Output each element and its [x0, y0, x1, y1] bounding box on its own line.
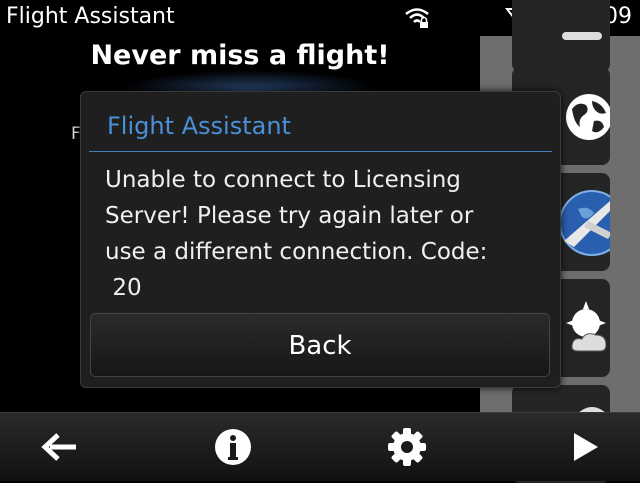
globe-icon [566, 94, 610, 140]
wifi-locked-icon [404, 6, 430, 34]
action-bar [0, 412, 640, 481]
dialog-divider [89, 151, 552, 152]
back-arrow-icon[interactable] [40, 427, 80, 467]
dialog-title: Flight Assistant [107, 112, 291, 140]
license-error-dialog: Flight Assistant Unable to connect to Li… [80, 91, 561, 388]
airplane-globe-icon [559, 190, 610, 256]
play-forward-icon[interactable] [566, 427, 606, 467]
weather-icon [566, 301, 607, 352]
dialog-message: Unable to connect to Licensing Server! P… [105, 167, 488, 301]
app-title: Flight Assistant [6, 4, 175, 29]
settings-gear-icon[interactable] [387, 427, 427, 467]
info-icon[interactable] [213, 427, 253, 467]
partial-tile-icon [562, 32, 602, 40]
back-button[interactable]: Back [90, 313, 550, 377]
side-tile-top[interactable] [512, 0, 610, 72]
headline: Never miss a flight! [90, 40, 390, 71]
